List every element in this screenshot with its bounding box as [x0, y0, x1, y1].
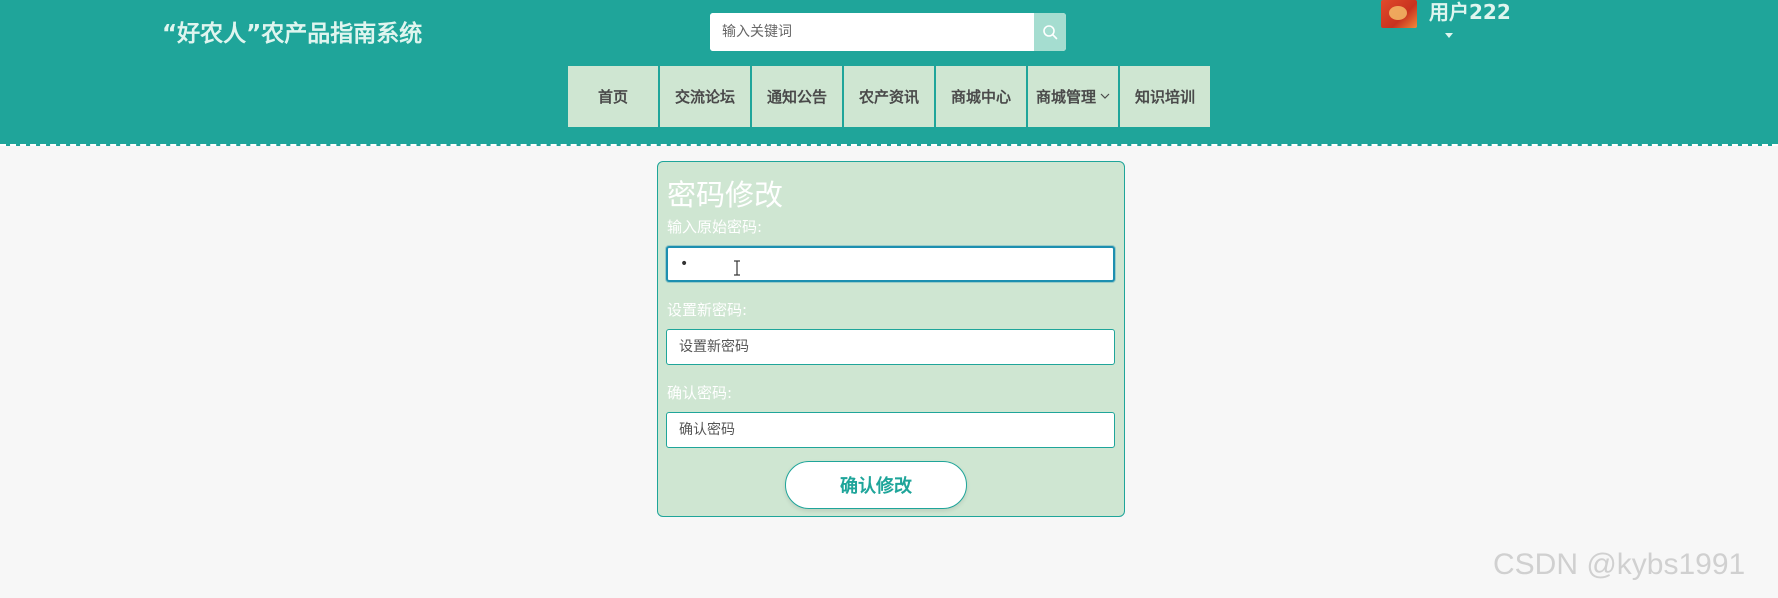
chevron-down-icon	[1100, 93, 1110, 100]
confirm-password-label: 确认密码:	[667, 384, 733, 402]
nav-item-label: 农产资讯	[858, 88, 919, 106]
search-button[interactable]	[1034, 13, 1066, 51]
password-change-card: 密码修改 输入原始密码: 设置新密码: 确认密码: 确认修改	[657, 161, 1125, 517]
search-box	[710, 13, 1066, 51]
nav-item-mall-management[interactable]: 商城管理	[1028, 66, 1118, 127]
old-password-field[interactable]	[666, 246, 1115, 282]
main-nav: 首页 交流论坛 通知公告 农产资讯 商城中心 商城管理 知识培训	[568, 66, 1210, 127]
user-name[interactable]: 用户222	[1429, 0, 1511, 25]
old-password-label: 输入原始密码:	[667, 218, 763, 236]
nav-item-forum[interactable]: 交流论坛	[660, 66, 750, 127]
confirm-password-field[interactable]	[666, 412, 1115, 448]
caret-down-icon[interactable]	[1445, 33, 1453, 38]
confirm-change-button[interactable]: 确认修改	[785, 461, 967, 509]
nav-item-label: 商城中心	[950, 88, 1011, 106]
search-input[interactable]	[710, 13, 1034, 51]
nav-item-label: 首页	[597, 88, 628, 106]
user-menu[interactable]: 用户222	[1381, 0, 1521, 50]
new-password-field[interactable]	[666, 329, 1115, 365]
watermark: CSDN @kybs1991	[1493, 548, 1746, 581]
nav-item-label: 交流论坛	[674, 88, 735, 106]
nav-item-home[interactable]: 首页	[568, 66, 658, 127]
nav-item-notices[interactable]: 通知公告	[752, 66, 842, 127]
page-title: 密码修改	[667, 178, 784, 212]
nav-item-label: 商城管理	[1035, 88, 1096, 106]
avatar[interactable]	[1381, 0, 1417, 28]
nav-item-mall-center[interactable]: 商城中心	[936, 66, 1026, 127]
nav-item-training[interactable]: 知识培训	[1120, 66, 1210, 127]
new-password-label: 设置新密码:	[667, 301, 748, 319]
site-title: “好农人”农产品指南系统	[162, 21, 423, 47]
nav-item-label: 知识培训	[1134, 88, 1195, 106]
nav-item-news[interactable]: 农产资讯	[844, 66, 934, 127]
nav-item-label: 通知公告	[766, 88, 827, 106]
search-icon	[1043, 25, 1058, 40]
header: “好农人”农产品指南系统 用户222 首页 交流论坛 通知公告 农产资讯 商城中…	[0, 0, 1778, 146]
